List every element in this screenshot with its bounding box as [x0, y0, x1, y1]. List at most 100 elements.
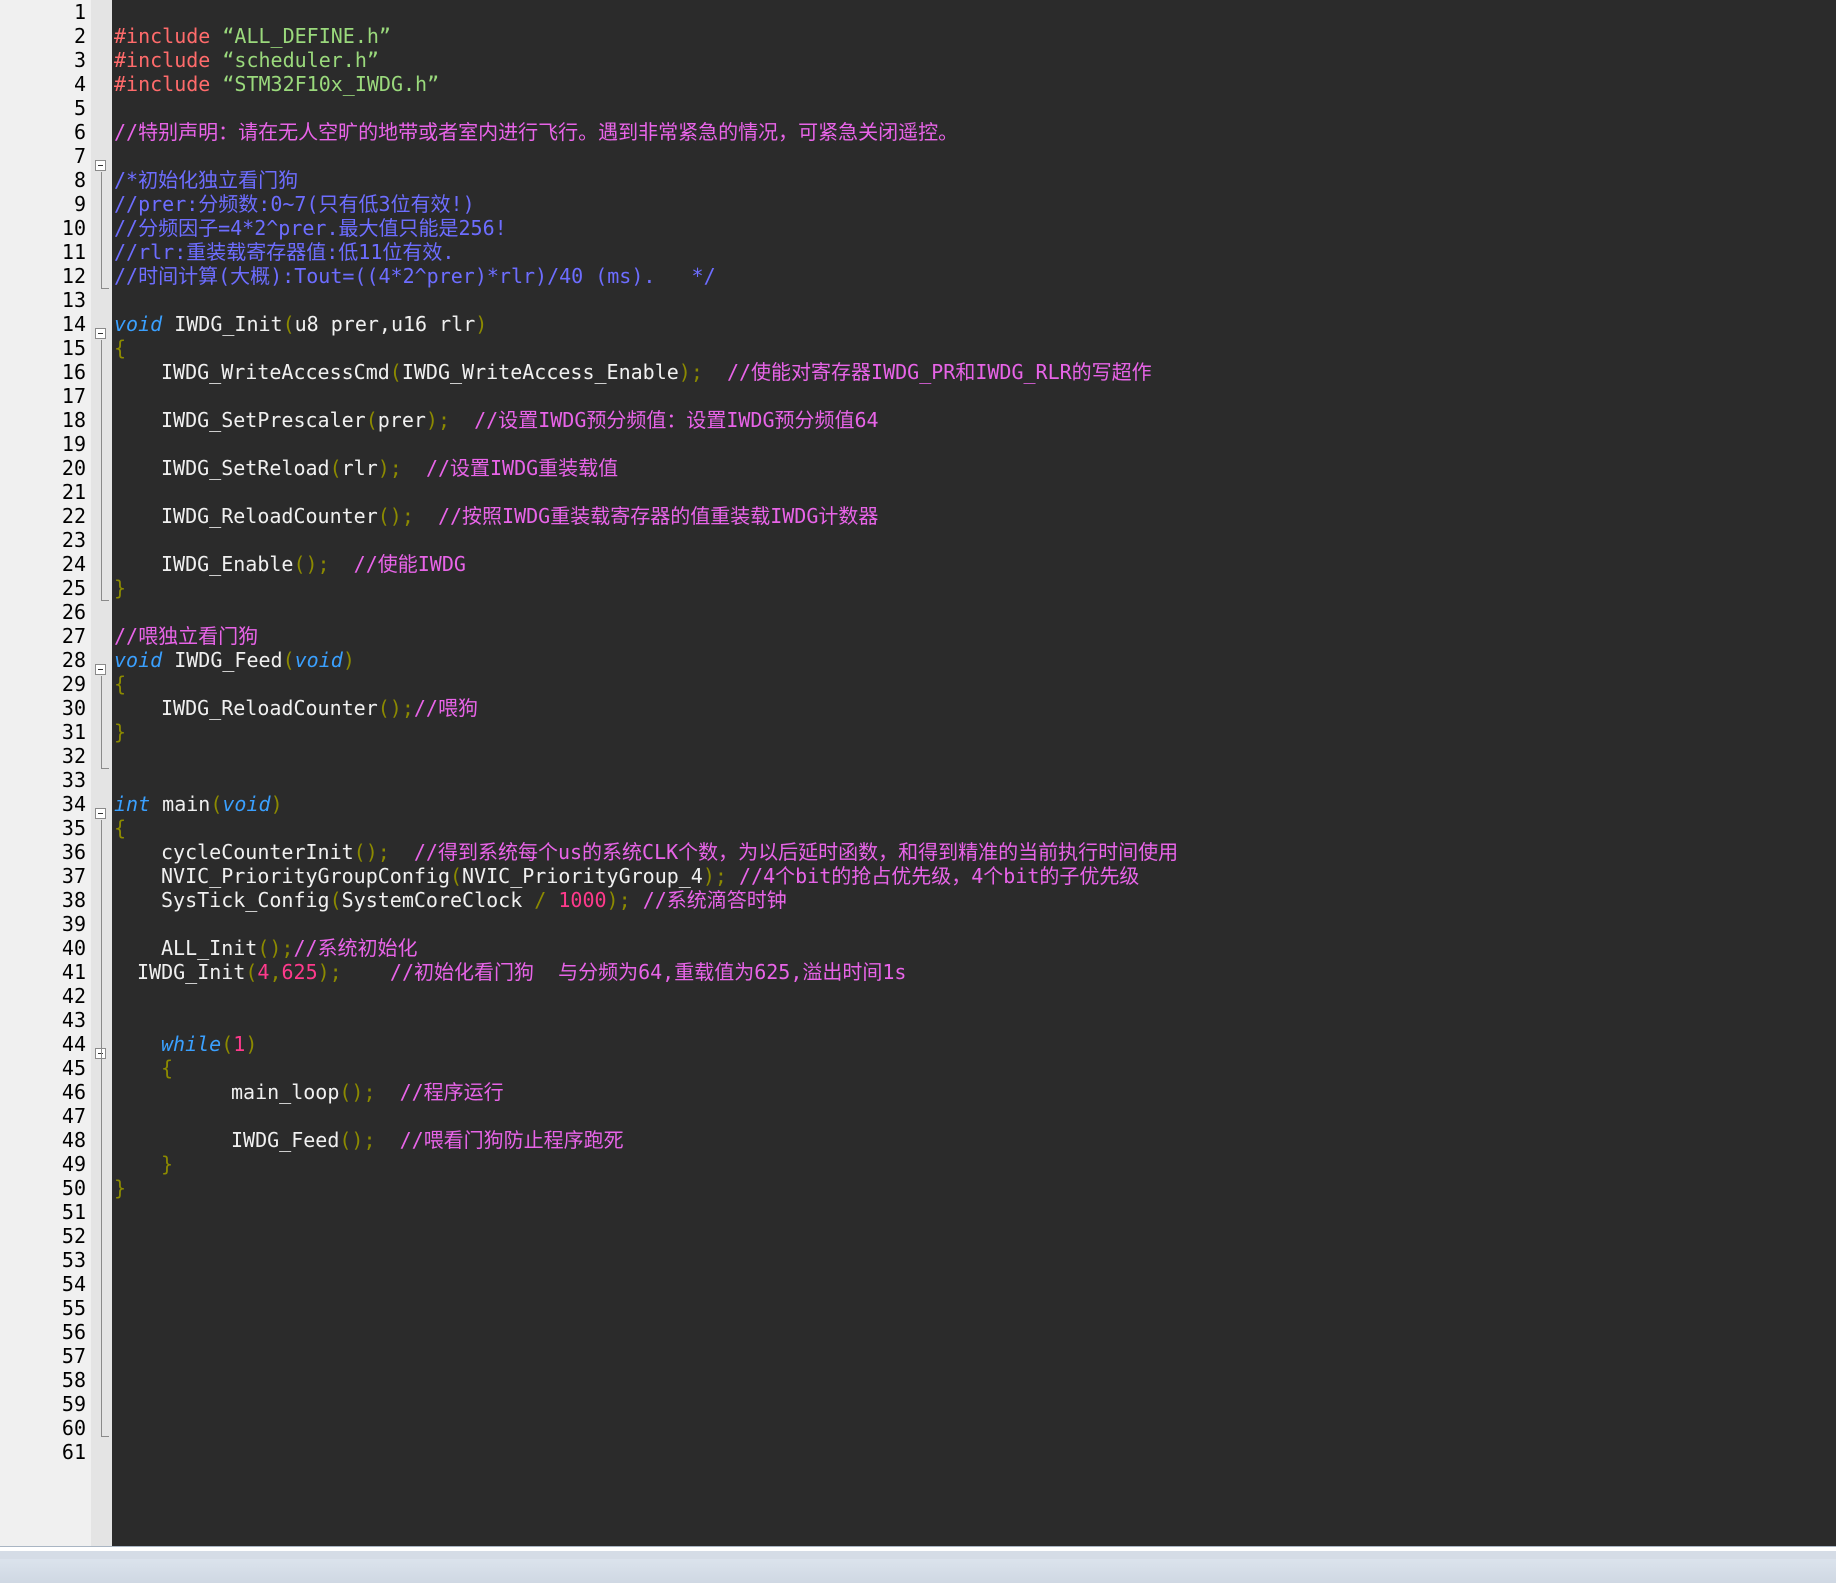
- code-line[interactable]: 49}: [0, 1152, 1836, 1176]
- code-line[interactable]: 22 IWDG_ReloadCounter(); //按照IWDG重装载寄存器的值…: [0, 504, 1836, 528]
- line-number: 49: [61, 1152, 86, 1176]
- code-line[interactable]: 19: [0, 432, 1836, 456]
- block-comment: //分频因子=4*2^prer.最大值只能是256!: [114, 216, 507, 240]
- code-line[interactable]: 14 void IWDG_Init(u8 prer,u16 rlr): [0, 312, 1836, 336]
- code-line[interactable]: 44 while(1): [0, 1032, 1836, 1056]
- line-number: 36: [61, 840, 86, 864]
- code-line[interactable]: 23: [0, 528, 1836, 552]
- fold-toggle-icon[interactable]: [95, 328, 106, 339]
- line-number: 25: [61, 576, 86, 600]
- code-line[interactable]: 24 IWDG_Enable(); //使能IWDG: [0, 552, 1836, 576]
- code-line[interactable]: 4 #include “STM32F10x_IWDG.h”: [0, 72, 1836, 96]
- code-line[interactable]: 13: [0, 288, 1836, 312]
- code-line[interactable]: 37 NVIC_PriorityGroupConfig(NVIC_Priority…: [0, 864, 1836, 888]
- code-text: }: [114, 720, 126, 744]
- code-line[interactable]: 31}: [0, 720, 1836, 744]
- code-text: //分频因子=4*2^prer.最大值只能是256!: [114, 216, 507, 240]
- code-line[interactable]: 26: [0, 600, 1836, 624]
- code-line[interactable]: 17: [0, 384, 1836, 408]
- fold-toggle-icon[interactable]: [95, 664, 106, 675]
- code-line[interactable]: 34 int main(void): [0, 792, 1836, 816]
- punctuation: (: [449, 864, 463, 888]
- code-line[interactable]: 8 /*初始化独立看门狗: [0, 168, 1836, 192]
- parameters: u8 prer,u16 rlr: [294, 312, 476, 336]
- code-text: //prer:分频数:0~7(只有低3位有效!): [114, 192, 475, 216]
- code-text: }: [114, 1176, 126, 1200]
- code-line[interactable]: 9 //prer:分频数:0~7(只有低3位有效!): [0, 192, 1836, 216]
- fold-end: [101, 1436, 109, 1437]
- fold-line: [101, 340, 102, 600]
- function-call: IWDG_SetReload: [161, 456, 330, 480]
- line-number: 13: [61, 288, 86, 312]
- comment: //使能对寄存器IWDG_PR和IWDG_RLR的写超作: [726, 360, 1152, 384]
- code-line[interactable]: 7: [0, 144, 1836, 168]
- line-number: 47: [61, 1104, 86, 1128]
- code-line[interactable]: 61: [0, 1440, 1836, 1464]
- code-line[interactable]: 57: [0, 1344, 1836, 1368]
- code-line[interactable]: 11 //rlr:重装载寄存器值:低11位有效.: [0, 240, 1836, 264]
- code-line[interactable]: 42: [0, 984, 1836, 1008]
- line-number: 41: [61, 960, 86, 984]
- code-line[interactable]: 41 IWDG_Init(4,625); //初始化看门狗 与分频为64,重载值为…: [0, 960, 1836, 984]
- horizontal-scrollbar[interactable]: [0, 1546, 1836, 1583]
- code-line[interactable]: 12 //时间计算(大概):Tout=((4*2^prer)*rlr)/40 (m…: [0, 264, 1836, 288]
- code-line[interactable]: 39: [0, 912, 1836, 936]
- function-call: IWDG_ReloadCounter: [161, 696, 378, 720]
- comment: //4个bit的抢占优先级，4个bit的子优先级: [739, 864, 1140, 888]
- function-call: IWDG_SetPrescaler: [161, 408, 366, 432]
- code-text: {: [161, 1056, 173, 1080]
- block-comment: //prer:分频数:0~7(只有低3位有效!): [114, 192, 475, 216]
- code-line[interactable]: 43: [0, 1008, 1836, 1032]
- fold-toggle-icon[interactable]: [95, 160, 106, 171]
- code-line[interactable]: 28 void IWDG_Feed(void): [0, 648, 1836, 672]
- code-text: {: [114, 336, 126, 360]
- code-line[interactable]: 56: [0, 1320, 1836, 1344]
- code-line[interactable]: 16 IWDG_WriteAccessCmd(IWDG_WriteAccess_E…: [0, 360, 1836, 384]
- code-line[interactable]: 6 //特别声明：请在无人空旷的地带或者室内进行飞行。遇到非常紧急的情况，可紧急关…: [0, 120, 1836, 144]
- code-line[interactable]: 18 IWDG_SetPrescaler(prer); //设置IWDG预分频值：…: [0, 408, 1836, 432]
- fold-toggle-icon[interactable]: [95, 808, 106, 819]
- code-line[interactable]: 25}: [0, 576, 1836, 600]
- code-line[interactable]: 2 #include “ALL_DEFINE.h”: [0, 24, 1836, 48]
- code-line[interactable]: 40 ALL_Init();//系统初始化: [0, 936, 1836, 960]
- code-line[interactable]: 52: [0, 1224, 1836, 1248]
- code-line[interactable]: 32: [0, 744, 1836, 768]
- function-call: IWDG_Init: [137, 960, 246, 984]
- code-line[interactable]: 5: [0, 96, 1836, 120]
- code-line[interactable]: 35 {: [0, 816, 1836, 840]
- code-line[interactable]: 15 {: [0, 336, 1836, 360]
- code-line[interactable]: 58: [0, 1368, 1836, 1392]
- code-line[interactable]: 47: [0, 1104, 1836, 1128]
- code-text: #include “STM32F10x_IWDG.h”: [114, 72, 439, 96]
- code-line[interactable]: 51: [0, 1200, 1836, 1224]
- code-line[interactable]: 36 cycleCounterInit(); //得到系统每个us的系统CLK个数…: [0, 840, 1836, 864]
- code-line[interactable]: 53: [0, 1248, 1836, 1272]
- code-line[interactable]: 55: [0, 1296, 1836, 1320]
- comment: //设置IWDG预分频值：设置IWDG预分频值64: [474, 408, 879, 432]
- code-line[interactable]: 33: [0, 768, 1836, 792]
- line-number: 50: [61, 1176, 86, 1200]
- function-call: SysTick_Config: [161, 888, 330, 912]
- code-line[interactable]: 38 SysTick_Config(SystemCoreClock / 1000)…: [0, 888, 1836, 912]
- code-line[interactable]: 60: [0, 1416, 1836, 1440]
- function-call: IWDG_Feed: [231, 1128, 340, 1152]
- code-line[interactable]: 1: [0, 0, 1836, 24]
- code-line[interactable]: 30 IWDG_ReloadCounter();//喂狗: [0, 696, 1836, 720]
- code-line[interactable]: 59: [0, 1392, 1836, 1416]
- line-number: 1: [73, 0, 86, 24]
- code-line[interactable]: 21: [0, 480, 1836, 504]
- code-line[interactable]: 54: [0, 1272, 1836, 1296]
- code-line[interactable]: 29 {: [0, 672, 1836, 696]
- line-number: 53: [61, 1248, 86, 1272]
- include-file: “STM32F10x_IWDG.h”: [222, 72, 440, 96]
- code-line[interactable]: 10 //分频因子=4*2^prer.最大值只能是256!: [0, 216, 1836, 240]
- code-line[interactable]: 27 //喂独立看门狗: [0, 624, 1836, 648]
- scrollbar-thumb[interactable]: [0, 1551, 1836, 1559]
- code-line[interactable]: 3 #include “scheduler.h”: [0, 48, 1836, 72]
- code-line[interactable]: 50}: [0, 1176, 1836, 1200]
- code-line[interactable]: 46 main_loop(); //程序运行: [0, 1080, 1836, 1104]
- code-line[interactable]: 48 IWDG_Feed(); //喂看门狗防止程序跑死: [0, 1128, 1836, 1152]
- code-line[interactable]: 45 {: [0, 1056, 1836, 1080]
- code-line[interactable]: 20 IWDG_SetReload(rlr); //设置IWDG重装载值: [0, 456, 1836, 480]
- comment: //喂看门狗防止程序跑死: [399, 1128, 624, 1152]
